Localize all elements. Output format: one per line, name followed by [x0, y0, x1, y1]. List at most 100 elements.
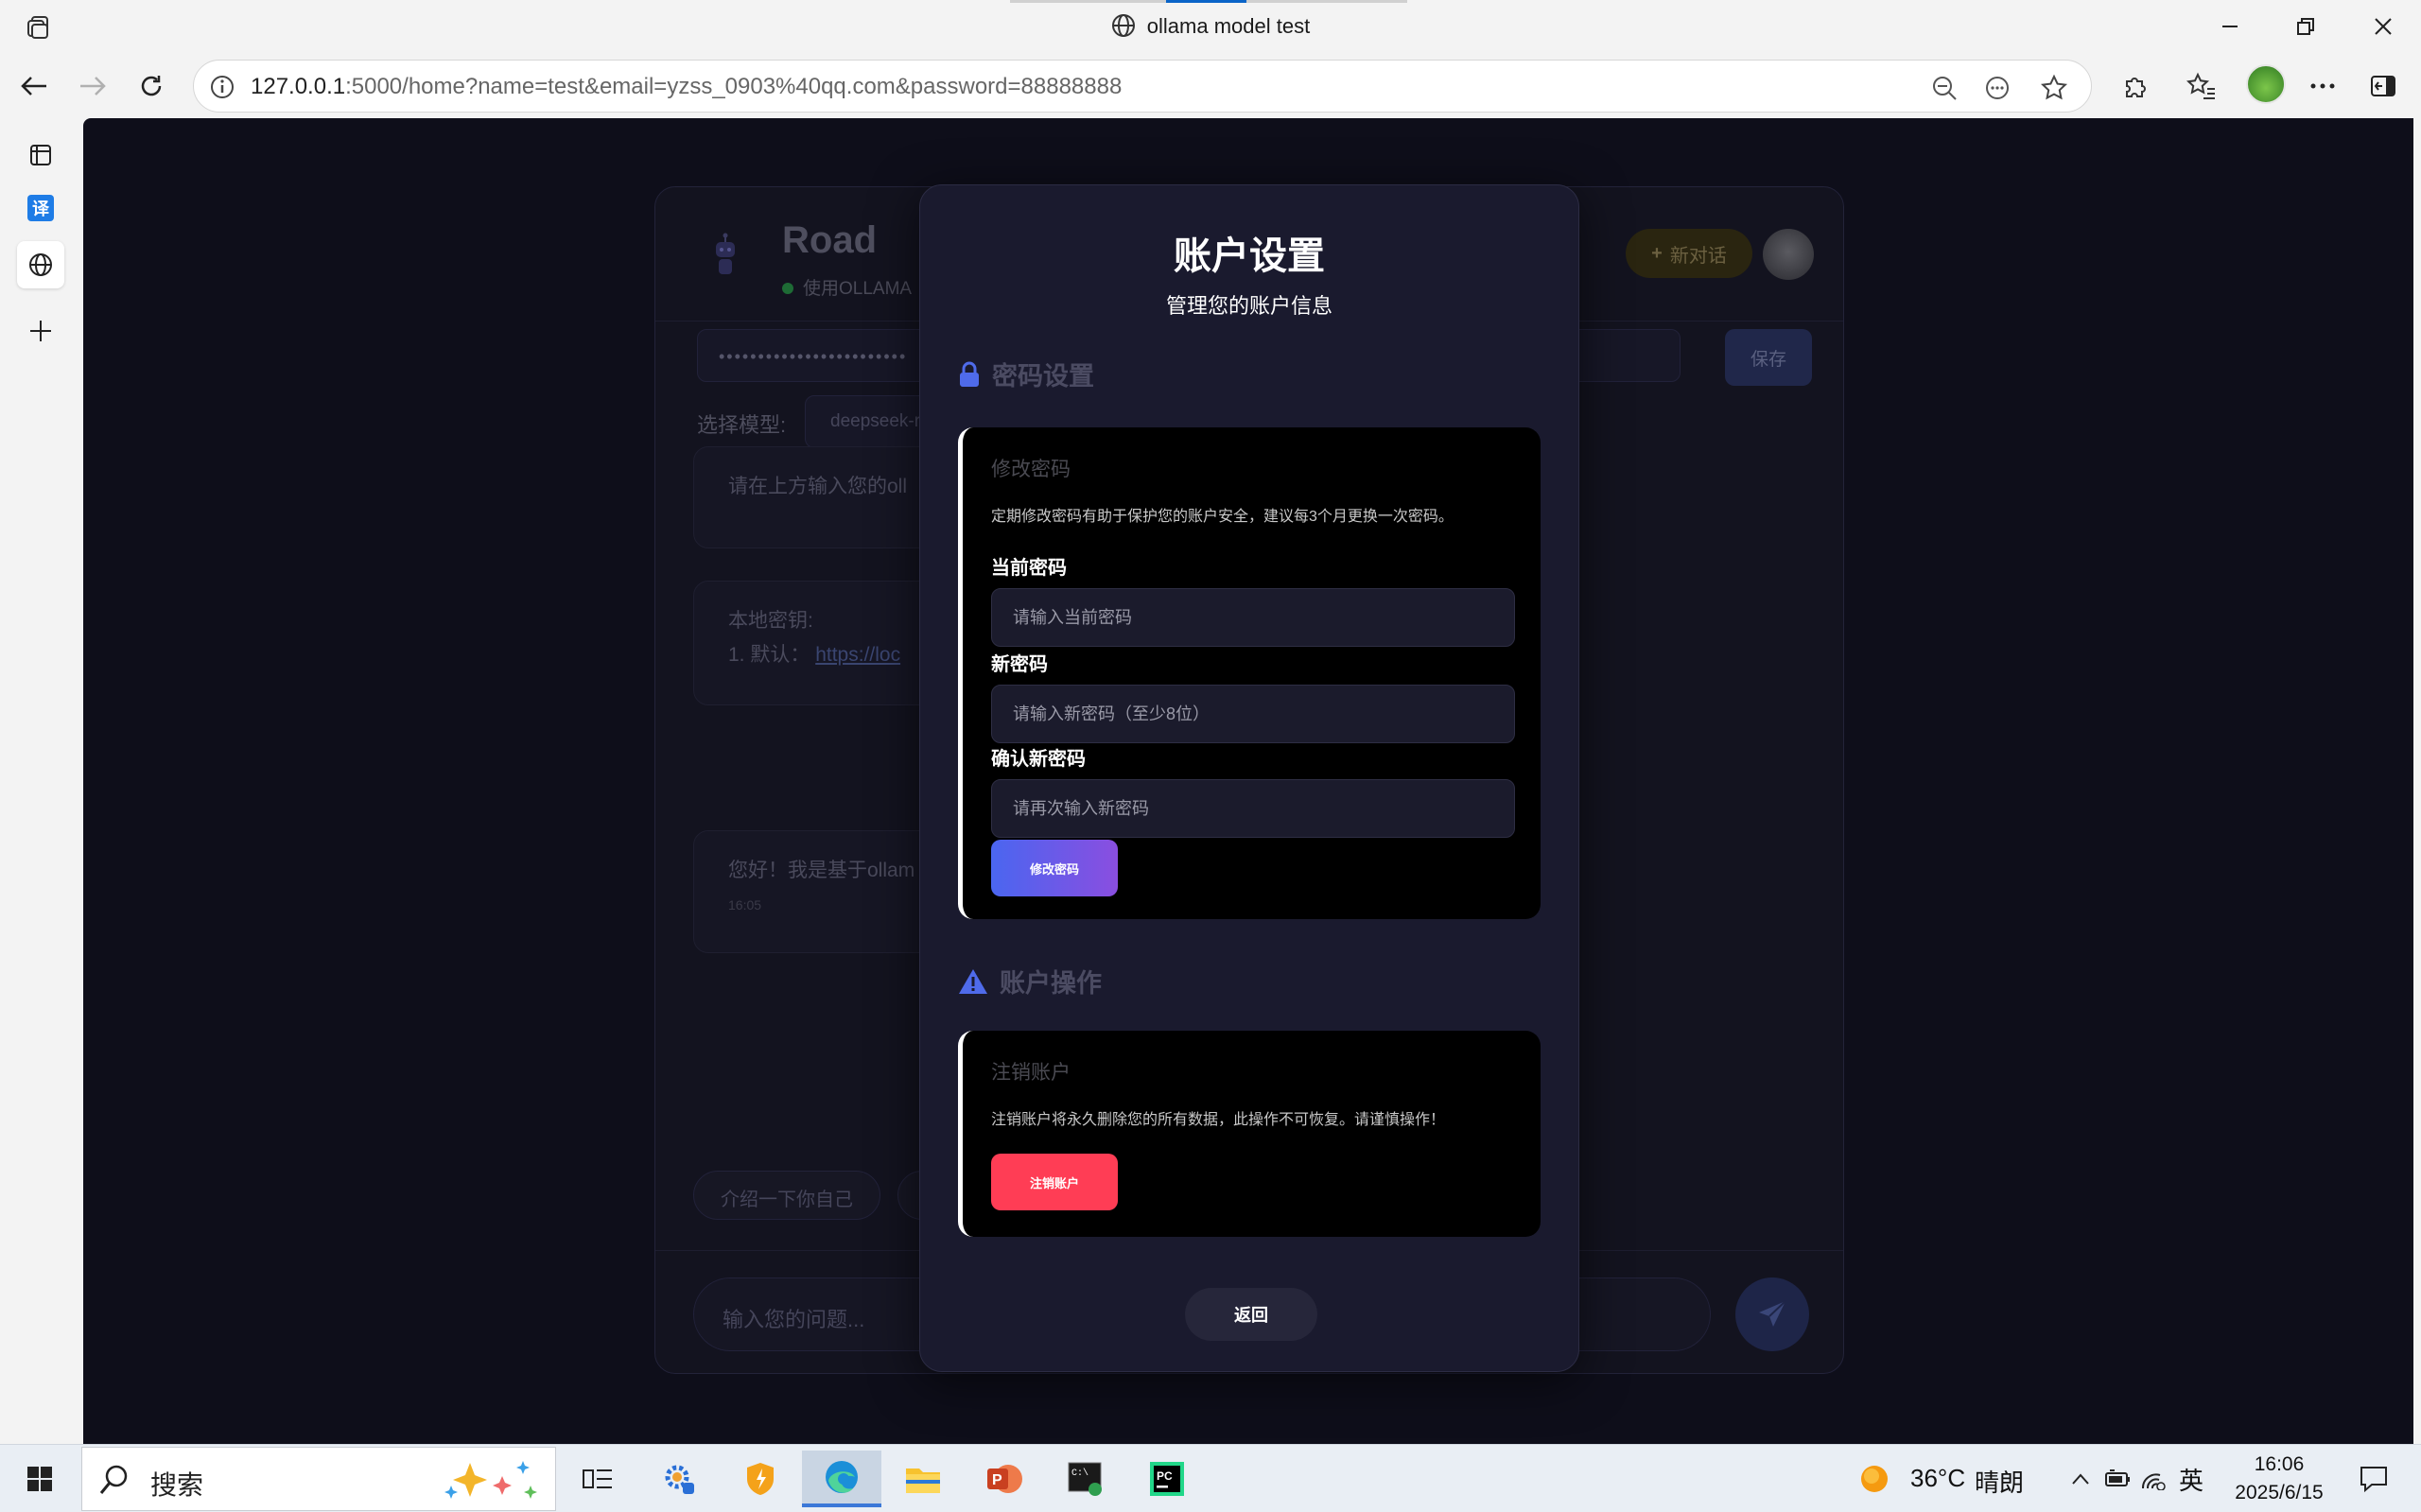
translate-badge: 译: [27, 195, 54, 221]
current-password-label: 当前密码: [991, 558, 1067, 579]
url-host: 127.0.0.1: [251, 74, 346, 99]
delete-account-card: 注销账户 注销账户将永久删除您的所有数据，此操作不可恢复。请谨慎操作！ 注销账户: [958, 1031, 1541, 1237]
file-explorer-icon[interactable]: [883, 1451, 963, 1507]
system-clock[interactable]: 16:06 2025/6/15: [2222, 1451, 2336, 1507]
svg-text:C:\: C:\: [1071, 1468, 1089, 1479]
windows-taskbar: 搜索 P C:\ PC 36°C 晴朗 英 16:06 2025/6/15: [0, 1444, 2421, 1512]
status-dot: [782, 283, 793, 294]
shield-app-icon[interactable]: [721, 1451, 800, 1507]
change-password-card: 修改密码 定期修改密码有助于保护您的账户安全，建议每3个月更换一次密码。 当前密…: [958, 427, 1541, 919]
modal-title: 账户设置: [1174, 235, 1325, 277]
window-title-text: ollama model test: [1146, 14, 1311, 38]
notification-icon[interactable]: [2345, 1451, 2402, 1507]
start-windows-icon[interactable]: [0, 1451, 79, 1507]
delete-account-desc: 注销账户将永久删除您的所有数据，此操作不可恢复。请谨慎操作！: [991, 1112, 1446, 1128]
site-info-icon[interactable]: [209, 74, 235, 105]
delete-account-button[interactable]: 注销账户: [991, 1154, 1118, 1210]
more-reader-icon[interactable]: [1981, 72, 2013, 104]
send-plane-icon: [1759, 1300, 1786, 1327]
url-path: :5000/home?name=test&email=yzss_0903%40q…: [345, 74, 1123, 99]
forward-arrow-icon[interactable]: [72, 65, 113, 107]
profile-avatar[interactable]: [2246, 64, 2286, 104]
svg-text:PC: PC: [1157, 1469, 1173, 1483]
page-viewport: Road 使用OLLAMA + 新对话 •••••••••••••••••••••…: [83, 118, 2413, 1444]
terminal-icon[interactable]: C:\: [1046, 1451, 1125, 1507]
browser-sidebar: 译: [0, 118, 81, 1444]
model-label: 选择模型:: [697, 413, 787, 437]
weather-temp[interactable]: 36°C: [1910, 1464, 1965, 1493]
more-menu-icon[interactable]: [2302, 65, 2343, 107]
extensions-icon[interactable]: [2115, 65, 2156, 107]
translate-icon[interactable]: 译: [17, 184, 64, 232]
confirm-password-input[interactable]: [991, 779, 1515, 838]
taskbar-search[interactable]: 搜索: [81, 1447, 556, 1511]
add-plus-icon[interactable]: [17, 307, 64, 355]
account-section-heading: 账户操作: [958, 963, 1102, 999]
change-password-desc: 定期修改密码有助于保护您的账户安全，建议每3个月更换一次密码。: [991, 509, 1454, 525]
edge-browser-icon[interactable]: [802, 1451, 881, 1507]
globe-sidebar-icon[interactable]: [17, 241, 64, 288]
favorites-icon[interactable]: [2181, 65, 2222, 107]
weather-desc[interactable]: 晴朗: [1975, 1464, 2024, 1499]
plus-icon: +: [1651, 242, 1663, 264]
modal-subtitle: 管理您的账户信息: [1165, 294, 1332, 318]
delete-account-title: 注销账户: [991, 1062, 1071, 1084]
copilot-sparkle-icon: [442, 1457, 546, 1507]
lock-icon: [958, 361, 981, 388]
new-password-input[interactable]: [991, 685, 1515, 743]
send-button[interactable]: [1735, 1277, 1809, 1351]
task-view-icon[interactable]: [558, 1451, 637, 1507]
password-section-heading: 密码设置: [958, 356, 1094, 392]
collections-icon[interactable]: [17, 131, 64, 179]
password-section-title: 密码设置: [992, 362, 1094, 391]
pycharm-icon[interactable]: PC: [1127, 1451, 1207, 1507]
minimize-icon[interactable]: [2211, 9, 2249, 43]
active-tab-indicator: [1166, 0, 1246, 3]
battery-icon[interactable]: [2099, 1451, 2137, 1507]
zoom-out-icon[interactable]: [1928, 72, 1960, 104]
clock-date: 2025/6/15: [2235, 1482, 2324, 1503]
account-section-title: 账户操作: [1000, 969, 1102, 998]
globe-icon: [1111, 13, 1136, 43]
confirm-password-label: 确认新密码: [991, 749, 1086, 770]
status-text: 使用OLLAMA: [803, 279, 913, 299]
message-prefix: 1. 默认：: [728, 644, 810, 666]
back-arrow-icon[interactable]: [13, 65, 55, 107]
connection-status: 使用OLLAMA: [782, 274, 912, 300]
new-chat-label: 新对话: [1669, 245, 1727, 267]
change-password-button[interactable]: 修改密码: [991, 840, 1118, 896]
new-password-label: 新密码: [991, 654, 1048, 675]
svg-text:P: P: [992, 1472, 1002, 1488]
browser-navbar: 127.0.0.1:5000/home?name=test&email=yzss…: [0, 54, 2421, 118]
window-title: ollama model test: [0, 13, 2421, 43]
restore-icon[interactable]: [2287, 9, 2325, 43]
close-icon[interactable]: [2364, 9, 2402, 43]
wifi-icon[interactable]: [2135, 1451, 2173, 1507]
clock-time: 16:06: [2254, 1453, 2305, 1475]
warning-icon: [958, 968, 988, 995]
settings-app-icon[interactable]: [639, 1451, 719, 1507]
message-link[interactable]: https://loc: [815, 644, 900, 666]
search-placeholder: 搜索: [150, 1470, 204, 1500]
search-icon: [97, 1463, 131, 1502]
robot-icon: [714, 233, 737, 276]
account-settings-modal: 账户设置 管理您的账户信息 密码设置 修改密码 定期修改密码有助于保护您的账户安…: [919, 184, 1579, 1372]
save-key-button[interactable]: 保存: [1725, 329, 1812, 386]
brand-title: Road: [782, 219, 877, 261]
user-avatar[interactable]: [1763, 229, 1814, 280]
favorite-star-icon[interactable]: [2038, 72, 2070, 104]
browser-titlebar: ollama model test: [0, 0, 2421, 54]
new-chat-button[interactable]: + 新对话: [1626, 229, 1752, 278]
chevron-up-icon[interactable]: [2062, 1451, 2099, 1507]
suggestion-chip[interactable]: 介绍一下你自己: [693, 1171, 880, 1220]
current-password-input[interactable]: [991, 588, 1515, 647]
url-text[interactable]: 127.0.0.1:5000/home?name=test&email=yzss…: [251, 74, 1122, 100]
refresh-icon[interactable]: [131, 65, 172, 107]
input-method[interactable]: 英: [2179, 1462, 2203, 1497]
sidebar-toggle-icon[interactable]: [2362, 65, 2404, 107]
back-button[interactable]: 返回: [1185, 1288, 1317, 1341]
change-password-title: 修改密码: [991, 459, 1071, 480]
powerpoint-icon[interactable]: P: [965, 1451, 1044, 1507]
address-bar[interactable]: 127.0.0.1:5000/home?name=test&email=yzss…: [193, 60, 2092, 113]
weather-sun-icon[interactable]: [1855, 1451, 1893, 1507]
